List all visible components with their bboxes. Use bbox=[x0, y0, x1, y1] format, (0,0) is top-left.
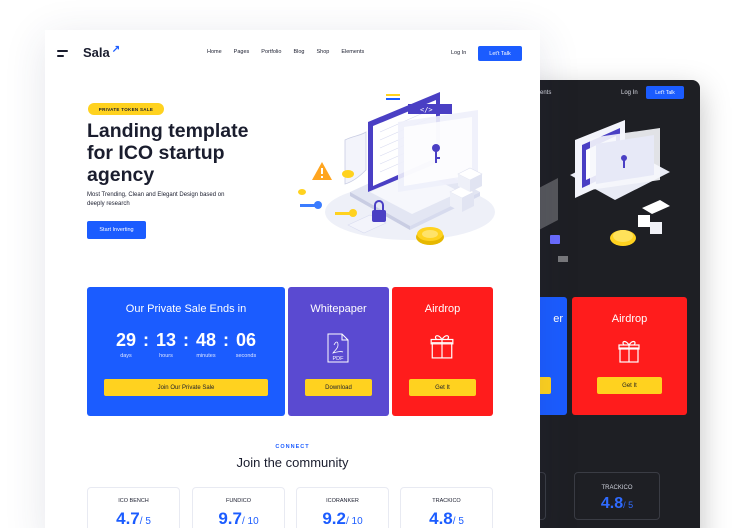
hamburger-menu-icon[interactable] bbox=[57, 50, 69, 58]
dark-login-link[interactable]: Log In bbox=[621, 90, 638, 96]
hero-subtitle: Most Trending, Clean and Elegant Design … bbox=[87, 192, 225, 207]
countdown-minutes: 48 minutes bbox=[195, 330, 217, 359]
stat-value: 9.2/ 10 bbox=[322, 509, 363, 528]
countdown-hours: 13 hours bbox=[155, 330, 177, 359]
private-sale-title: Our Private Sale Ends in bbox=[125, 303, 247, 315]
login-link[interactable]: Log In bbox=[451, 50, 466, 56]
stat-name: ICO BENCH bbox=[118, 498, 149, 504]
light-theme-preview: Sala ↗ Home Pages Portfolio Blog Shop El… bbox=[45, 30, 540, 528]
stat-card-fundico[interactable]: FUNDICO 9.7/ 10 bbox=[192, 487, 285, 528]
nav-item-home[interactable]: Home bbox=[207, 49, 222, 55]
countdown-seconds: 06 seconds bbox=[235, 330, 257, 359]
dark-airdrop-box: Airdrop Get It bbox=[572, 297, 687, 415]
stat-card-ico-bench[interactable]: ICO BENCH 4.7/ 5 bbox=[87, 487, 180, 528]
dark-talk-button[interactable]: Let't Talk bbox=[646, 86, 684, 99]
nav-item-elements[interactable]: Elements bbox=[341, 49, 364, 55]
dark-sale-box-partial-title: er bbox=[553, 313, 563, 325]
whitepaper-box: Whitepaper PDF Download bbox=[288, 287, 389, 416]
arrow-up-right-icon: ↗ bbox=[111, 44, 121, 55]
stat-value: 4.8/ 5 bbox=[429, 509, 464, 528]
stat-value: 4.7/ 5 bbox=[116, 509, 151, 528]
stat-value: 9.7/ 10 bbox=[218, 509, 259, 528]
svg-text:</>: </> bbox=[420, 106, 433, 114]
whitepaper-title: Whitepaper bbox=[310, 303, 367, 315]
community-title: Join the community bbox=[236, 455, 349, 470]
airdrop-box: Airdrop Get It bbox=[392, 287, 493, 416]
stat-card-trackico[interactable]: TRACKICO 4.8/ 5 bbox=[400, 487, 493, 528]
nav-item-blog[interactable]: Blog bbox=[293, 49, 304, 55]
gift-icon bbox=[618, 340, 640, 363]
countdown-timer: 29 days : 13 hours : 48 minutes : 06 seconds bbox=[87, 330, 285, 359]
join-private-sale-button[interactable]: Join Our Private Sale bbox=[104, 379, 268, 396]
community-eyebrow: CONNECT bbox=[275, 444, 310, 450]
gift-icon bbox=[430, 335, 454, 359]
dark-stat-card-trackico: TRACKICO 4.8/ 5 bbox=[574, 472, 660, 520]
airdrop-title: Airdrop bbox=[424, 303, 461, 315]
download-button[interactable]: Download bbox=[305, 379, 372, 396]
pdf-icon: PDF bbox=[327, 333, 349, 363]
nav-item-portfolio[interactable]: Portfolio bbox=[261, 49, 281, 55]
nav-item-pages[interactable]: Pages bbox=[234, 49, 250, 55]
nav-item-shop[interactable]: Shop bbox=[316, 49, 329, 55]
svg-text:PDF: PDF bbox=[333, 356, 345, 362]
brand-logo[interactable]: Sala ↗ bbox=[83, 44, 121, 60]
private-sale-badge: PRIVATE TOKEN SALE bbox=[88, 103, 164, 115]
dark-nav-partial: ents bbox=[540, 90, 552, 96]
stat-name: FUNDICO bbox=[225, 498, 252, 504]
dark-theme-preview: ents Log In Let't Talk er Airdrop Get It… bbox=[520, 80, 700, 528]
showcase-stage: ents Log In Let't Talk er Airdrop Get It… bbox=[0, 0, 740, 528]
get-it-button[interactable]: Get It bbox=[409, 379, 476, 396]
stat-card-icoranker[interactable]: ICORANKER 9.2/ 10 bbox=[296, 487, 389, 528]
main-nav: Home Pages Portfolio Blog Shop Elements bbox=[207, 49, 364, 55]
stat-name: ICORANKER bbox=[326, 498, 359, 504]
dark-hero-illustration bbox=[535, 120, 670, 262]
countdown-days: 29 days bbox=[115, 330, 137, 359]
dark-stat-value: 4.8/ 5 bbox=[600, 495, 634, 512]
hero-illustration: </> bbox=[298, 92, 495, 245]
private-sale-box: Our Private Sale Ends in 29 days : 13 hour… bbox=[87, 287, 285, 416]
brand-name: Sala bbox=[83, 45, 110, 60]
stat-name: TRACKICO bbox=[432, 498, 461, 504]
hero-title: Landing template for ICO startup agency bbox=[87, 120, 249, 186]
dark-airdrop-button[interactable]: Get It bbox=[597, 377, 662, 394]
dark-airdrop-title: Airdrop bbox=[611, 313, 648, 325]
dark-stat-name: TRACKICO bbox=[601, 485, 633, 491]
start-investing-button[interactable]: Start Inverting bbox=[87, 221, 146, 239]
lets-talk-button[interactable]: Let't Talk bbox=[478, 46, 522, 61]
